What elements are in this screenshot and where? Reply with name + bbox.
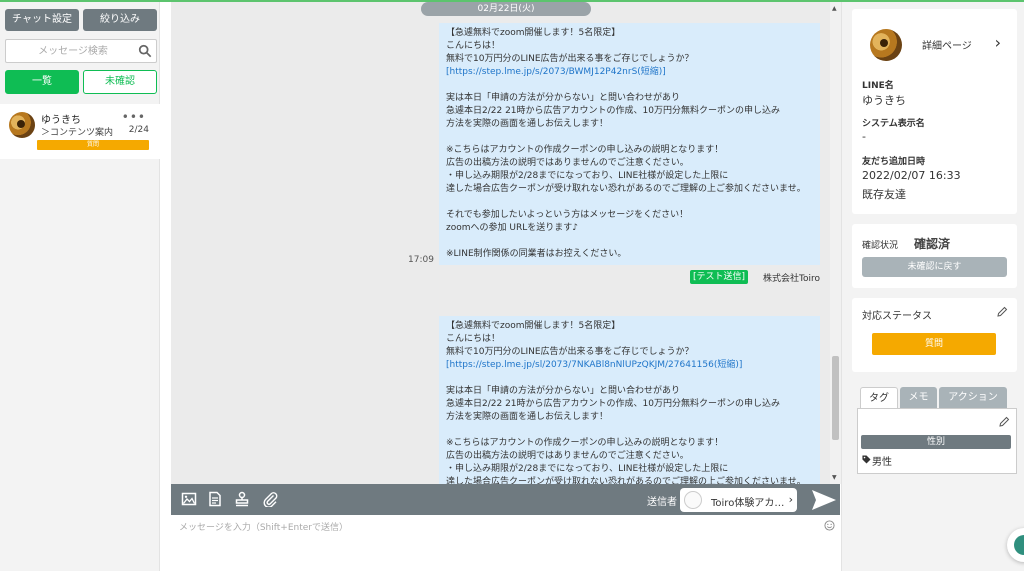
image-icon[interactable] bbox=[181, 491, 197, 507]
message-input[interactable] bbox=[171, 515, 811, 565]
detail-page-link[interactable]: 詳細ページ › bbox=[862, 21, 1007, 69]
message-line: こんにちは！ bbox=[446, 334, 501, 344]
avatar bbox=[9, 112, 35, 138]
response-status-label: 対応ステータス bbox=[862, 311, 932, 322]
filter-button[interactable]: 絞り込み bbox=[83, 9, 157, 31]
chat-list-sidebar: チャット設定 絞り込み 一覧 未確認 ゆうきち ＞コンテンツ案内 ••• 2/2… bbox=[0, 2, 160, 571]
chat-bubble-icon bbox=[1014, 535, 1024, 555]
message-line: 方法を実際の画面を通しお伝えします！ bbox=[446, 119, 609, 129]
message-line: 達した場合広告クーポンが受け取れない恐れがあるのでご理解の上ご参加くださいませ。 bbox=[446, 184, 806, 194]
message-line: 無料で10万円分のLINE広告が出来る事をご存じでしょうか？ bbox=[446, 347, 694, 357]
tab-memo[interactable]: メモ bbox=[900, 387, 937, 409]
friend-added-date: 2022/02/07 16:33 bbox=[862, 169, 961, 182]
message-time: 17:09 bbox=[408, 255, 434, 265]
edit-tag-pencil-icon[interactable] bbox=[998, 416, 1010, 428]
scrollbar-thumb[interactable] bbox=[832, 356, 839, 440]
message-line: ※LINE制作関係の同業者はお控えください。 bbox=[446, 249, 627, 259]
tag-panel: 性別 男性 bbox=[857, 408, 1017, 474]
chat-list-item[interactable]: ゆうきち ＞コンテンツ案内 ••• 2/24 質問 bbox=[0, 104, 160, 159]
chat-step-count: 2/24 bbox=[128, 125, 149, 135]
message-line: こんにちは！ bbox=[446, 41, 501, 51]
message-line bbox=[446, 79, 813, 92]
confirm-status-value: 確認済 bbox=[914, 237, 951, 251]
profile-avatar bbox=[870, 29, 902, 61]
profile-card: 詳細ページ › LINE名 ゆうきち システム表示名 - 友だち追加日時 202… bbox=[852, 9, 1017, 214]
tag-category: 性別 bbox=[861, 435, 1011, 449]
message-line: 達した場合広告クーポンが受け取れない恐れがあるのでご理解の上ご参加くださいませ。 bbox=[446, 477, 806, 484]
message-line bbox=[446, 131, 813, 144]
message-line: 【急遽無料でzoom開催します！5名限定】 bbox=[446, 28, 621, 38]
line-name-value: ゆうきち bbox=[862, 94, 906, 107]
message-line: 方法を実際の画面を通しお伝えします！ bbox=[446, 412, 609, 422]
chat-name: ゆうきち bbox=[41, 115, 81, 126]
chat-scenario: ＞コンテンツ案内 bbox=[41, 128, 114, 138]
message-line: 広告の出稿方法の説明ではありませんのでご注意ください。 bbox=[446, 158, 689, 168]
message-line bbox=[446, 235, 813, 248]
confirm-status-label: 確認状況 bbox=[862, 241, 899, 251]
message-line bbox=[446, 196, 813, 209]
scroll-down-icon[interactable]: ▼ bbox=[832, 474, 837, 481]
message-line: 急遽本日2/22 21時から広告アカウントの作成、10万円分無料クーポンの申し込… bbox=[446, 106, 780, 116]
message-line bbox=[446, 372, 813, 385]
more-icon[interactable]: ••• bbox=[122, 110, 146, 124]
profile-panel: 詳細ページ › LINE名 ゆうきち システム表示名 - 友だち追加日時 202… bbox=[841, 2, 1024, 571]
friend-status: 既存友達 bbox=[862, 188, 906, 201]
message-line: ※こちらはアカウントの作成クーポンの申し込みの説明となります！ bbox=[446, 438, 724, 448]
sender-label: 送信者 bbox=[647, 497, 677, 508]
system-name-value: - bbox=[862, 130, 866, 143]
stamp-icon[interactable] bbox=[234, 491, 250, 507]
message-line: ・申し込み期限が2/28までになっており、LINE社様が設定した上限に bbox=[446, 171, 729, 181]
system-name-label: システム表示名 bbox=[862, 119, 925, 129]
confirm-status-card: 確認状況 確認済 未確認に戻す bbox=[852, 224, 1017, 288]
message-search-input[interactable] bbox=[6, 40, 134, 62]
message-input-area bbox=[171, 515, 840, 571]
message-line: 実は本日「申請の方法が分からない」と問い合わせがあり bbox=[446, 93, 681, 103]
chat-history: 02月22日(火) 【急遽無料でzoom開催します！5名限定】 こんにちは！ 無… bbox=[171, 2, 841, 484]
message-link[interactable]: [https://step.lme.jp/s/2073/BWMJ12P42nrS… bbox=[446, 66, 813, 79]
filter-all-button[interactable]: 一覧 bbox=[5, 70, 79, 94]
edit-status-pencil-icon[interactable] bbox=[996, 306, 1008, 318]
tag-item[interactable]: 男性 bbox=[872, 453, 892, 468]
sender-select[interactable]: Toiro体験アカ… › bbox=[680, 488, 797, 512]
message-line: ※こちらはアカウントの作成クーポンの申し込みの説明となります！ bbox=[446, 145, 724, 155]
message-line: 急遽本日2/22 21時から広告アカウントの作成、10万円分無料クーポンの申し込… bbox=[446, 399, 780, 409]
message-sender: 株式会社Toiro bbox=[763, 274, 820, 284]
test-send-badge: [テスト送信] bbox=[690, 270, 749, 284]
date-separator: 02月22日(火) bbox=[421, 2, 591, 16]
chevron-right-icon: › bbox=[994, 33, 1001, 52]
chat-settings-button[interactable]: チャット設定 bbox=[5, 9, 79, 31]
message-bubble: 【急遽無料でzoom開催します！5名限定】 こんにちは！ 無料で10万円分のLI… bbox=[439, 316, 820, 484]
template-icon[interactable] bbox=[207, 491, 223, 507]
tab-action[interactable]: アクション bbox=[939, 387, 1007, 409]
detail-page-label: 詳細ページ bbox=[922, 41, 972, 52]
filter-unread-button[interactable]: 未確認 bbox=[83, 70, 157, 94]
chevron-right-icon: › bbox=[788, 493, 793, 506]
sender-select-value: Toiro体験アカ… bbox=[711, 498, 785, 509]
message-line: 【急遽無料でzoom開催します！5名限定】 bbox=[446, 321, 621, 331]
message-bubble: 【急遽無料でzoom開催します！5名限定】 こんにちは！ 無料で10万円分のLI… bbox=[439, 23, 820, 265]
message-line: それでも参加したいよっという方はメッセージをください！ bbox=[446, 210, 689, 220]
message-search-box bbox=[5, 39, 157, 63]
friend-added-label: 友だち追加日時 bbox=[862, 157, 926, 167]
status-badge: 質問 bbox=[37, 140, 149, 150]
message-line: 実は本日「申請の方法が分からない」と問い合わせがあり bbox=[446, 386, 681, 396]
message-line: ・申し込み期限が2/28までになっており、LINE社様が設定した上限に bbox=[446, 464, 729, 474]
send-icon[interactable] bbox=[811, 489, 837, 511]
tag-icon bbox=[862, 455, 871, 464]
message-line: zoomへの参加 URLを送ります♪ bbox=[446, 223, 578, 233]
account-icon bbox=[684, 491, 702, 509]
line-name-label: LINE名 bbox=[862, 81, 894, 91]
attachment-icon[interactable] bbox=[262, 491, 278, 507]
tab-tag[interactable]: タグ bbox=[860, 387, 898, 409]
message-line: 広告の出稿方法の説明ではありませんのでご注意ください。 bbox=[446, 451, 689, 461]
message-line bbox=[446, 424, 813, 437]
response-status-button[interactable]: 質問 bbox=[872, 333, 996, 355]
emoji-icon[interactable] bbox=[824, 520, 835, 531]
search-icon[interactable] bbox=[138, 44, 152, 58]
composer-toolbar: 送信者 Toiro体験アカ… › bbox=[171, 484, 840, 515]
scroll-up-icon[interactable]: ▲ bbox=[832, 5, 837, 12]
message-line: 無料で10万円分のLINE広告が出来る事をご存じでしょうか？ bbox=[446, 54, 694, 64]
mark-unconfirmed-button[interactable]: 未確認に戻す bbox=[862, 257, 1007, 277]
message-link[interactable]: [https://step.lme.jp/sl/2073/7NKABl8nNlU… bbox=[446, 359, 813, 372]
